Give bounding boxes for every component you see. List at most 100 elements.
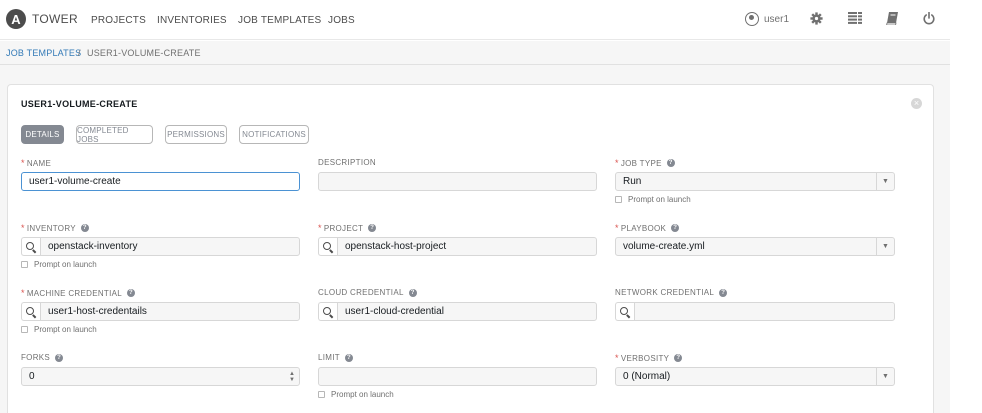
required-mark: * [615,158,619,168]
required-mark: * [21,158,25,168]
network-credential-label-text: NETWORK CREDENTIAL [615,288,715,297]
project-search-button[interactable] [318,237,337,256]
search-icon [26,306,34,315]
number-stepper[interactable]: ▲ ▼ [287,369,297,384]
prompt-checkbox[interactable] [318,391,325,398]
job-type-select[interactable]: Run ▼ [615,172,895,191]
user-icon [745,12,759,26]
playbook-select[interactable]: volume-create.yml ▼ [615,237,895,256]
nav-job-templates[interactable]: JOB TEMPLATES [238,15,321,26]
playbook-label: * PLAYBOOK ? [615,223,680,233]
job-type-label: * JOB TYPE ? [615,158,675,168]
cloud-credential-search-button[interactable] [318,302,337,321]
description-input[interactable] [318,172,597,191]
project-lookup: openstack-host-project [318,237,597,256]
tower-logo[interactable]: A TOWER [6,9,78,29]
machine-credential-search-button[interactable] [21,302,40,321]
tab-notifications[interactable]: NOTIFICATIONS [239,125,309,144]
forks-label: FORKS ? [21,353,64,362]
list-icon [848,12,862,24]
machine-credential-input[interactable]: user1-host-credentails [40,302,300,321]
limit-label: LIMIT ? [318,353,353,362]
search-icon [323,241,331,250]
cloud-credential-input[interactable]: user1-cloud-credential [337,302,597,321]
cloud-credential-label: CLOUD CREDENTIAL ? [318,288,417,297]
chevron-down-icon: ▼ [876,173,894,190]
nav-projects[interactable]: PROJECTS [91,15,146,26]
panel-title: USER1-VOLUME-CREATE [21,99,138,109]
project-label-text: PROJECT [323,223,364,233]
chevron-down-icon[interactable]: ▼ [289,377,295,383]
required-mark: * [318,223,322,233]
search-icon [323,306,331,315]
prompt-label: Prompt on launch [628,195,691,204]
user-name: user1 [764,13,790,25]
name-label-text: NAME [26,158,52,168]
nav-inventories[interactable]: INVENTORIES [157,15,227,26]
network-credential-input[interactable] [634,302,895,321]
logout-button[interactable] [923,12,935,25]
tab-permissions[interactable]: PERMISSIONS [165,125,227,144]
help-icon[interactable]: ? [368,224,377,232]
help-icon[interactable]: ? [408,288,417,297]
user-menu[interactable]: user1 [745,12,789,26]
gear-icon [810,12,823,25]
network-credential-search-button[interactable] [615,302,634,321]
name-input[interactable]: user1-volume-create [21,172,300,191]
logo-text: TOWER [32,12,78,26]
project-input[interactable]: openstack-host-project [337,237,597,256]
inventory-label: * INVENTORY ? [21,223,89,233]
name-label: * NAME [21,158,51,168]
verbosity-value: 0 (Normal) [623,371,671,382]
help-icon[interactable]: ? [666,159,675,167]
prompt-label: Prompt on launch [34,325,97,334]
verbosity-select[interactable]: 0 (Normal) ▼ [615,367,895,386]
inventory-input[interactable]: openstack-inventory [40,237,300,256]
close-icon[interactable]: × [911,98,922,109]
nav-jobs[interactable]: JOBS [328,15,355,26]
help-icon[interactable]: ? [719,288,728,297]
help-icon[interactable]: ? [127,289,136,297]
breadcrumb-job-templates[interactable]: JOB TEMPLATES [6,48,81,58]
limit-prompt-on-launch[interactable]: Prompt on launch [318,390,394,399]
power-icon [923,12,935,25]
inventory-search-button[interactable] [21,237,40,256]
prompt-checkbox[interactable] [21,326,28,333]
required-mark: * [615,353,619,363]
search-icon [26,241,34,250]
help-icon[interactable]: ? [55,353,64,362]
required-mark: * [21,288,25,298]
prompt-label: Prompt on launch [331,390,394,399]
forks-input[interactable]: 0 ▲ ▼ [21,367,300,386]
prompt-checkbox[interactable] [615,196,622,203]
playbook-value: volume-create.yml [623,241,705,252]
machine-credential-label: * MACHINE CREDENTIAL ? [21,288,136,298]
project-label: * PROJECT ? [318,223,377,233]
help-icon[interactable]: ? [80,224,89,232]
job-type-label-text: JOB TYPE [620,158,662,168]
ansible-logo-icon: A [6,9,26,29]
settings-button[interactable] [810,12,823,25]
help-icon[interactable]: ? [674,354,683,362]
help-icon[interactable]: ? [671,224,680,232]
job-type-value: Run [623,176,642,187]
tab-details[interactable]: DETAILS [21,125,64,144]
machine-credential-prompt-on-launch[interactable]: Prompt on launch [21,325,97,334]
prompt-checkbox[interactable] [21,261,28,268]
prompt-label: Prompt on launch [34,260,97,269]
chevron-down-icon: ▼ [876,368,894,385]
activity-stream-button[interactable] [848,12,862,24]
verbosity-label: * VERBOSITY ? [615,353,683,363]
machine-credential-label-text: MACHINE CREDENTIAL [26,288,123,298]
network-credential-label: NETWORK CREDENTIAL ? [615,288,728,297]
help-icon[interactable]: ? [344,353,353,362]
limit-input[interactable] [318,367,597,386]
tab-completed-jobs[interactable]: COMPLETED JOBS [76,125,153,144]
documentation-button[interactable] [886,12,898,25]
description-label-text: DESCRIPTION [318,158,376,167]
inventory-prompt-on-launch[interactable]: Prompt on launch [21,260,97,269]
chevron-down-icon: ▼ [876,238,894,255]
job-type-prompt-on-launch[interactable]: Prompt on launch [615,195,691,204]
required-mark: * [615,223,619,233]
forks-label-text: FORKS [21,353,51,362]
